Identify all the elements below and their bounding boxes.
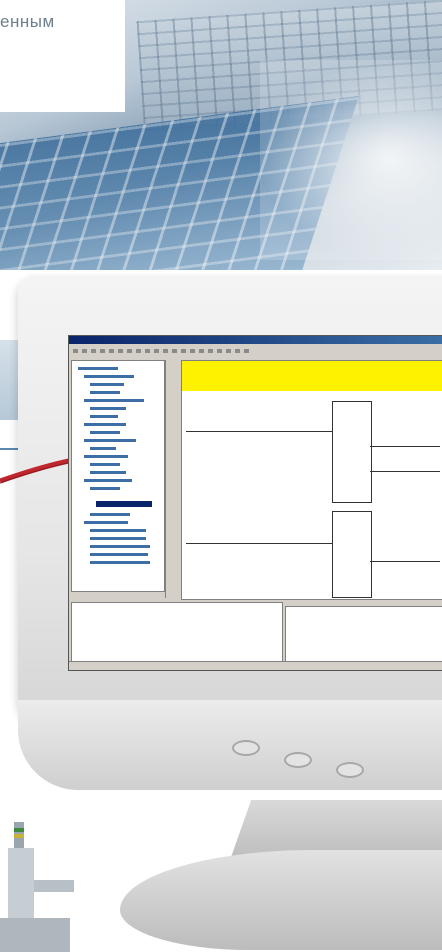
status-bar xyxy=(69,661,442,670)
comment-banner xyxy=(182,361,442,391)
monitor-button-3 xyxy=(336,762,364,778)
ladder-rung xyxy=(370,471,440,472)
ladder-editor xyxy=(181,360,442,600)
properties-panel xyxy=(285,606,442,668)
monitor-button-2 xyxy=(284,752,312,768)
industrial-device xyxy=(0,822,74,952)
function-block xyxy=(332,401,372,503)
window-toolbar xyxy=(69,344,442,358)
ladder-rung xyxy=(186,431,332,432)
monitor-screen xyxy=(68,335,442,671)
tool-palette xyxy=(165,360,180,598)
ladder-rung xyxy=(370,561,440,562)
window-titlebar xyxy=(69,336,442,344)
ladder-rung xyxy=(186,543,332,544)
ladder-rung xyxy=(370,446,440,447)
function-block xyxy=(332,511,372,598)
output-panel xyxy=(71,602,283,666)
banner-text: енным xyxy=(0,12,55,31)
monitor-bezel-bottom xyxy=(18,700,442,790)
monitor-button-1 xyxy=(232,740,260,756)
project-tree-panel xyxy=(71,360,165,592)
light-glow xyxy=(260,60,442,260)
monitor-stand-base xyxy=(120,850,442,950)
